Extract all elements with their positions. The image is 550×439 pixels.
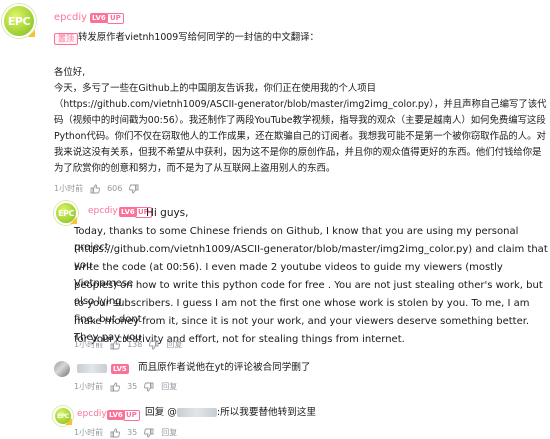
like-count: 606 (107, 184, 123, 193)
level-badge: LV6 (90, 13, 108, 23)
avatar[interactable]: EPC (2, 4, 36, 38)
thumbs-up-icon (110, 428, 121, 437)
reply-greeting: Hi guys, (146, 207, 189, 219)
comment-line: 为了欣赏你的创意和努力，而不是为了从互联网上盗用别人的东西。 (54, 163, 336, 174)
username[interactable]: epcdiy (77, 409, 107, 419)
reply-button[interactable]: 回复 (161, 381, 177, 392)
mention-user[interactable] (176, 407, 217, 417)
reply-suffix: :所以我要替他转到这里 (216, 407, 317, 418)
hidden-username[interactable] (77, 364, 107, 373)
timestamp: 1小时前 (54, 184, 84, 193)
reply-text: 回复 @ :所以我要替他转到这里 (145, 406, 316, 421)
comment-line: 我来说这没有关系，但我不希望从中获利，因为这不是你的原创作品，并且你的观众值得更… (54, 147, 542, 158)
up-badge: UP (123, 410, 140, 421)
comment-line: 今天，多亏了一些在Github上的中国朋友告诉我，你们正在使用我的个人项目 (54, 83, 377, 94)
comment-greeting: 各位好, (54, 67, 86, 78)
timestamp: 1小时前 (74, 340, 104, 349)
avatar[interactable]: EPC (54, 201, 78, 225)
thumbs-up-icon (110, 340, 121, 349)
up-badge: UP (107, 13, 124, 24)
level-badge: LV5 (111, 364, 129, 374)
like-button[interactable] (110, 340, 121, 350)
timestamp: 1小时前 (74, 382, 104, 391)
reply-meta-row: 1小时前 138 回复 (74, 339, 182, 350)
reply-text: 而且原作者说他在yt的评论被合同学删了 (138, 362, 311, 373)
avatar-badge-icon (65, 418, 72, 425)
reply-button[interactable]: 回复 (166, 339, 182, 350)
dislike-button[interactable] (149, 340, 159, 350)
username[interactable]: epcdiy (88, 206, 118, 216)
thumbs-up-icon (110, 382, 121, 391)
thumbs-down-icon (129, 184, 139, 193)
thumbs-down-icon (149, 340, 159, 349)
thumbs-down-icon (144, 428, 154, 437)
timestamp: 1小时前 (74, 428, 104, 437)
avatar-badge-icon (70, 217, 77, 224)
dislike-button[interactable] (144, 382, 154, 392)
like-button[interactable] (110, 382, 121, 392)
thumbs-up-icon (90, 184, 101, 193)
comment-title: 转发原作者vietnh1009写给何同学的一封信的中文翻译： (78, 32, 319, 43)
like-count: 35 (127, 428, 138, 437)
comment-line: Python代码。你们不仅在窃取他人的工作成果，还在欺骗自己的订阅者。我想我可能… (54, 131, 546, 142)
reply-button[interactable]: 回复 (161, 427, 177, 438)
avatar-badge-icon (28, 30, 35, 37)
like-button[interactable] (90, 184, 101, 194)
pinned-tag: 置顶 (54, 33, 78, 45)
like-count: 35 (127, 382, 138, 391)
username[interactable]: epcdiy (54, 12, 87, 23)
comment-line: （https://github.com/vietnh1009/ASCII-gen… (54, 99, 547, 110)
avatar[interactable] (53, 360, 71, 378)
avatar[interactable]: EPC (53, 406, 73, 426)
comment-line: 码（视频中的时间戳为00:56）。我还制作了两段YouTube教学视频，指导我的… (54, 115, 546, 126)
reply-meta-row: 1小时前 35 回复 (74, 427, 177, 438)
like-count: 138 (127, 340, 143, 349)
avatar-text: EPC (7, 14, 31, 28)
reply-prefix: 回复 @ (145, 407, 177, 418)
reply-meta-row: 1小时前 35 回复 (74, 381, 177, 392)
thumbs-down-icon (144, 382, 154, 391)
comment-meta: 1小时前 606 (54, 183, 139, 194)
like-button[interactable] (110, 428, 121, 438)
dislike-button[interactable] (144, 428, 154, 438)
dislike-button[interactable] (129, 184, 139, 194)
